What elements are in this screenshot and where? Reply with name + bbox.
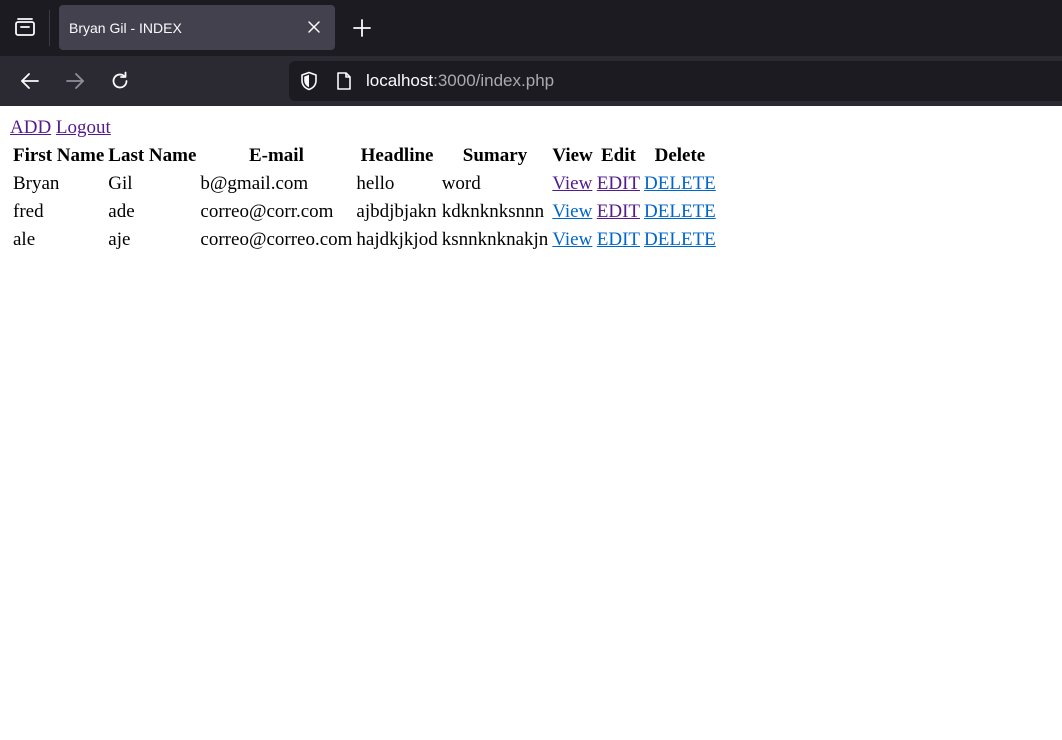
cell-delete: DELETE — [643, 199, 717, 225]
cell-headline: hello — [356, 173, 395, 194]
arrow-left-icon[interactable] — [13, 64, 47, 98]
url-bar[interactable]: localhost:3000/index.php — [289, 61, 1062, 101]
cell-headline: hajdkjkjod — [356, 229, 438, 250]
url-path: :3000/index.php — [433, 71, 555, 90]
cell-email: correo@correo.com — [200, 229, 353, 250]
close-icon[interactable] — [305, 18, 323, 36]
cell-first-name: fred — [13, 201, 44, 222]
view-link[interactable]: View — [552, 229, 592, 250]
browser-chrome: Bryan Gil - INDEX localhost:3000/index.p… — [0, 0, 1062, 106]
tab-title: Bryan Gil - INDEX — [69, 20, 182, 36]
cell-view: View — [551, 171, 593, 197]
page-icon[interactable] — [334, 71, 354, 91]
header-delete: Delete — [654, 145, 706, 166]
cell-last-name: ade — [108, 201, 135, 222]
profiles-table: First Name Last Name E-mail Headline Sum… — [10, 141, 719, 255]
delete-link[interactable]: DELETE — [644, 173, 716, 194]
shield-icon[interactable] — [299, 71, 319, 91]
plus-icon[interactable] — [345, 11, 379, 45]
delete-link[interactable]: DELETE — [644, 201, 716, 222]
table-row: ale aje correo@correo.com hajdkjkjod ksn… — [12, 227, 717, 253]
table-row: fred ade correo@corr.com ajbdjbjakn kdkn… — [12, 199, 717, 225]
reload-icon[interactable] — [103, 64, 137, 98]
url-host: localhost — [366, 71, 434, 90]
cell-edit: EDIT — [596, 171, 641, 197]
cell-email: b@gmail.com — [200, 173, 309, 194]
edit-link[interactable]: EDIT — [597, 229, 640, 250]
tab-active[interactable]: Bryan Gil - INDEX — [59, 5, 335, 50]
view-link[interactable]: View — [552, 173, 592, 194]
cell-last-name: aje — [108, 229, 131, 250]
cell-view: View — [551, 227, 593, 253]
cell-edit: EDIT — [596, 227, 641, 253]
cell-summary: ksnnknknakjn — [441, 229, 549, 250]
table-header-row: First Name Last Name E-mail Headline Sum… — [12, 143, 717, 169]
header-edit: Edit — [600, 145, 636, 166]
cell-headline: ajbdjbjakn — [356, 201, 437, 222]
header-view: View — [552, 145, 593, 166]
tab-strip: Bryan Gil - INDEX — [0, 0, 1062, 56]
cell-summary: kdknknksnnn — [441, 201, 545, 222]
add-link[interactable]: ADD — [10, 117, 51, 138]
header-first-name: First Name — [13, 145, 105, 166]
cell-view: View — [551, 199, 593, 225]
view-link[interactable]: View — [552, 201, 592, 222]
cell-last-name: Gil — [108, 173, 133, 194]
cell-edit: EDIT — [596, 199, 641, 225]
arrow-right-icon[interactable] — [58, 64, 92, 98]
edit-link[interactable]: EDIT — [597, 201, 640, 222]
logout-link[interactable]: Logout — [56, 117, 111, 138]
url-text[interactable]: localhost:3000/index.php — [366, 71, 554, 91]
header-summary: Sumary — [462, 145, 528, 166]
cell-first-name: Bryan — [13, 173, 60, 194]
header-headline: Headline — [360, 145, 434, 166]
header-last-name: Last Name — [108, 145, 197, 166]
cell-delete: DELETE — [643, 227, 717, 253]
tab-strip-divider — [49, 10, 50, 46]
cell-first-name: ale — [13, 229, 36, 250]
page-links: ADD Logout — [10, 117, 111, 139]
tab-list-icon[interactable] — [8, 10, 42, 44]
cell-summary: word — [441, 173, 481, 194]
delete-link[interactable]: DELETE — [644, 229, 716, 250]
table-row: Bryan Gil b@gmail.com hello word View ED… — [12, 171, 717, 197]
cell-delete: DELETE — [643, 171, 717, 197]
navigation-toolbar: localhost:3000/index.php — [0, 56, 1062, 106]
cell-email: correo@corr.com — [200, 201, 334, 222]
page-content: ADD Logout First Name Last Name E-mail H… — [0, 106, 1062, 740]
edit-link[interactable]: EDIT — [597, 173, 640, 194]
header-email: E-mail — [248, 145, 304, 166]
